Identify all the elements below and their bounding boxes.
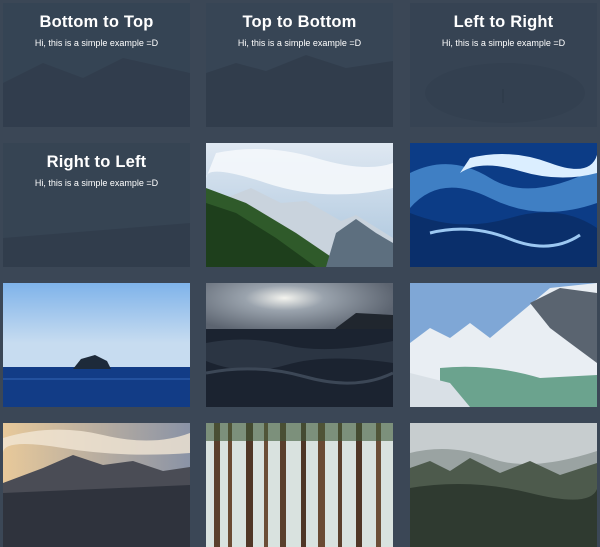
caption-text: Hi, this is a simple example =D bbox=[441, 38, 566, 48]
caption-title: Bottom to Top bbox=[39, 13, 154, 31]
hover-card-right-to-left[interactable]: Right to Left Hi, this is a simple examp… bbox=[3, 143, 190, 267]
image-card-snowy-mountain[interactable] bbox=[410, 283, 597, 407]
misty-forest-photo bbox=[410, 423, 597, 547]
image-card-mountain-sunset[interactable] bbox=[3, 423, 190, 547]
caption: Bottom to Top Hi, this is a simple examp… bbox=[3, 13, 190, 48]
hover-card-bottom-to-top[interactable]: Bottom to Top Hi, this is a simple examp… bbox=[3, 3, 190, 127]
caption: Top to Bottom Hi, this is a simple examp… bbox=[206, 13, 393, 48]
image-card-misty-forest[interactable] bbox=[410, 423, 597, 547]
caption-title: Left to Right bbox=[453, 13, 554, 31]
hover-card-top-to-bottom[interactable]: Top to Bottom Hi, this is a simple examp… bbox=[206, 3, 393, 127]
image-card-forest-mountain[interactable] bbox=[206, 143, 393, 267]
caption-text: Hi, this is a simple example =D bbox=[237, 38, 362, 48]
snowy-mountain-lake-photo bbox=[410, 283, 597, 407]
hover-card-left-to-right[interactable]: Left to Right Hi, this is a simple examp… bbox=[410, 3, 597, 127]
ocean-wave-photo bbox=[410, 143, 597, 267]
caption-text: Hi, this is a simple example =D bbox=[34, 38, 159, 48]
caption: Right to Left Hi, this is a simple examp… bbox=[3, 153, 190, 188]
mountain-sunset-photo bbox=[3, 423, 190, 547]
pine-forest-photo bbox=[206, 423, 393, 547]
caption: Left to Right Hi, this is a simple examp… bbox=[410, 13, 597, 48]
image-card-dark-sea[interactable] bbox=[206, 283, 393, 407]
caption-title: Right to Left bbox=[46, 153, 147, 171]
caption-title: Top to Bottom bbox=[242, 13, 357, 31]
image-card-pine-forest[interactable] bbox=[206, 423, 393, 547]
caption-text: Hi, this is a simple example =D bbox=[34, 178, 159, 188]
image-card-island-sea[interactable] bbox=[3, 283, 190, 407]
image-card-ocean-wave[interactable] bbox=[410, 143, 597, 267]
dark-sea-sunset-photo bbox=[206, 283, 393, 407]
island-sea-photo bbox=[3, 283, 190, 407]
forest-mountain-photo bbox=[206, 143, 393, 267]
